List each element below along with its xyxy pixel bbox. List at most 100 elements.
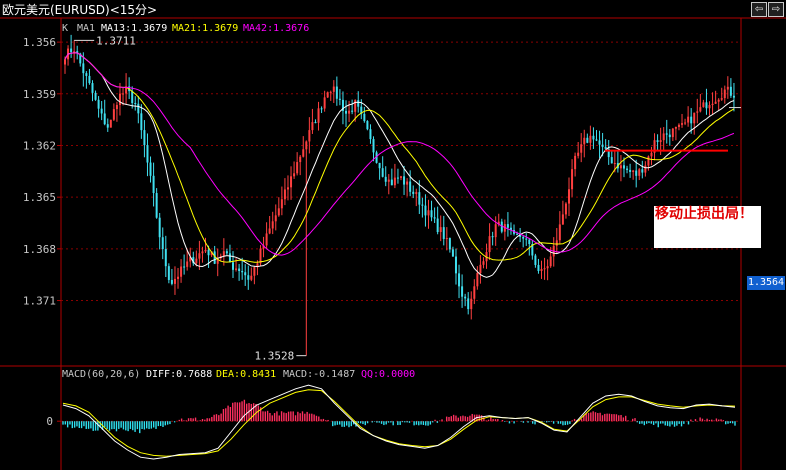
- high-label: 1.3711: [96, 34, 136, 47]
- candle-body: [204, 249, 207, 252]
- candle-body: [286, 187, 289, 190]
- candle-body: [225, 251, 228, 254]
- candle-body: [604, 146, 607, 149]
- candle-body: [372, 139, 375, 153]
- candle-body: [534, 255, 537, 265]
- candle-body: [332, 86, 335, 92]
- candle-body: [122, 93, 125, 95]
- candle-body: [329, 91, 332, 93]
- candle-body: [180, 266, 183, 277]
- candle-body: [436, 218, 439, 233]
- candle-body: [106, 124, 109, 128]
- candle-body: [458, 273, 461, 287]
- candlestick-series: [64, 34, 735, 356]
- candle-body: [100, 108, 103, 114]
- candle-body: [705, 102, 708, 109]
- candle-body: [158, 217, 161, 238]
- candle-body: [305, 141, 308, 150]
- candle-body: [91, 83, 94, 93]
- candle-body: [277, 208, 280, 216]
- prev-period-button[interactable]: ⇦: [751, 2, 767, 17]
- candle-body: [595, 139, 598, 141]
- candle-body: [549, 256, 552, 267]
- candle-body: [198, 253, 201, 259]
- candle-body: [326, 92, 329, 98]
- candle-body: [693, 112, 696, 124]
- candle-body: [635, 170, 638, 176]
- candle-body: [302, 149, 305, 157]
- candle-body: [290, 176, 293, 188]
- candle-body: [320, 108, 323, 110]
- candle-body: [351, 110, 354, 112]
- candle-body: [253, 267, 256, 276]
- legend-k: K: [62, 23, 69, 34]
- candle-body: [152, 175, 155, 194]
- candle-body: [137, 103, 140, 114]
- candle-body: [491, 236, 494, 238]
- y-tick-label: 1.371: [23, 295, 56, 308]
- candle-body: [723, 89, 726, 99]
- candle-body: [696, 111, 699, 113]
- candle-body: [522, 236, 525, 239]
- macd-diff-line: [62, 384, 736, 460]
- next-period-button[interactable]: ⇨: [768, 2, 784, 17]
- candle-body: [378, 162, 381, 169]
- candle-body: [583, 137, 586, 145]
- candle-body: [118, 93, 121, 105]
- candle-body: [451, 249, 454, 257]
- candle-body: [430, 210, 433, 218]
- candle-body: [613, 163, 616, 165]
- candle-body: [348, 110, 351, 114]
- candle-body: [610, 157, 613, 164]
- candle-body: [247, 275, 250, 280]
- candle-body: [170, 279, 173, 284]
- macd-histogram: [62, 399, 736, 434]
- candle-body: [64, 59, 66, 65]
- candle-body: [464, 296, 467, 299]
- candle-body: [161, 237, 164, 249]
- candle-body: [558, 224, 561, 241]
- candle-body: [387, 179, 390, 182]
- candle-body: [726, 86, 729, 90]
- candle-body: [201, 251, 204, 254]
- candle-body: [622, 165, 625, 169]
- candle-body: [406, 181, 409, 185]
- y-tick-label: 1.356: [23, 36, 56, 49]
- candle-body: [250, 275, 253, 280]
- chart-title: 欧元美元(EURUSD)<15分>: [2, 3, 158, 17]
- candle-body: [409, 181, 412, 192]
- candle-body: [717, 99, 720, 102]
- candle-body: [393, 177, 396, 186]
- current-price-label: 1.3564: [747, 276, 785, 290]
- candle-body: [601, 144, 604, 147]
- candle-body: [366, 121, 369, 130]
- candle-body: [94, 92, 97, 100]
- candle-body: [345, 110, 348, 114]
- candle-body: [506, 224, 509, 228]
- candle-body: [647, 156, 650, 166]
- candle-body: [73, 51, 76, 53]
- candle-body: [369, 129, 372, 140]
- candle-body: [454, 256, 457, 274]
- low-label: 1.3528: [255, 350, 295, 363]
- candle-body: [335, 86, 338, 99]
- candle-body: [308, 130, 311, 142]
- candle-body: [564, 203, 567, 215]
- macd-zero-label: 0: [46, 415, 53, 428]
- candle-body: [528, 239, 531, 245]
- candle-body: [293, 173, 296, 177]
- legend-ma21: MA21:1.3679: [172, 23, 239, 34]
- candle-body: [280, 199, 283, 209]
- macd-title: MACD(60,20,6): [62, 369, 141, 380]
- candle-body: [82, 63, 85, 74]
- candle-body: [238, 268, 241, 272]
- ma42-line: [64, 52, 735, 256]
- candle-body: [708, 105, 711, 109]
- candle-body: [659, 140, 662, 142]
- candle-body: [433, 217, 436, 219]
- candle-body: [479, 264, 482, 274]
- candle-body: [537, 264, 540, 271]
- candle-body: [412, 191, 415, 194]
- candle-body: [415, 192, 418, 194]
- candle-body: [195, 258, 198, 264]
